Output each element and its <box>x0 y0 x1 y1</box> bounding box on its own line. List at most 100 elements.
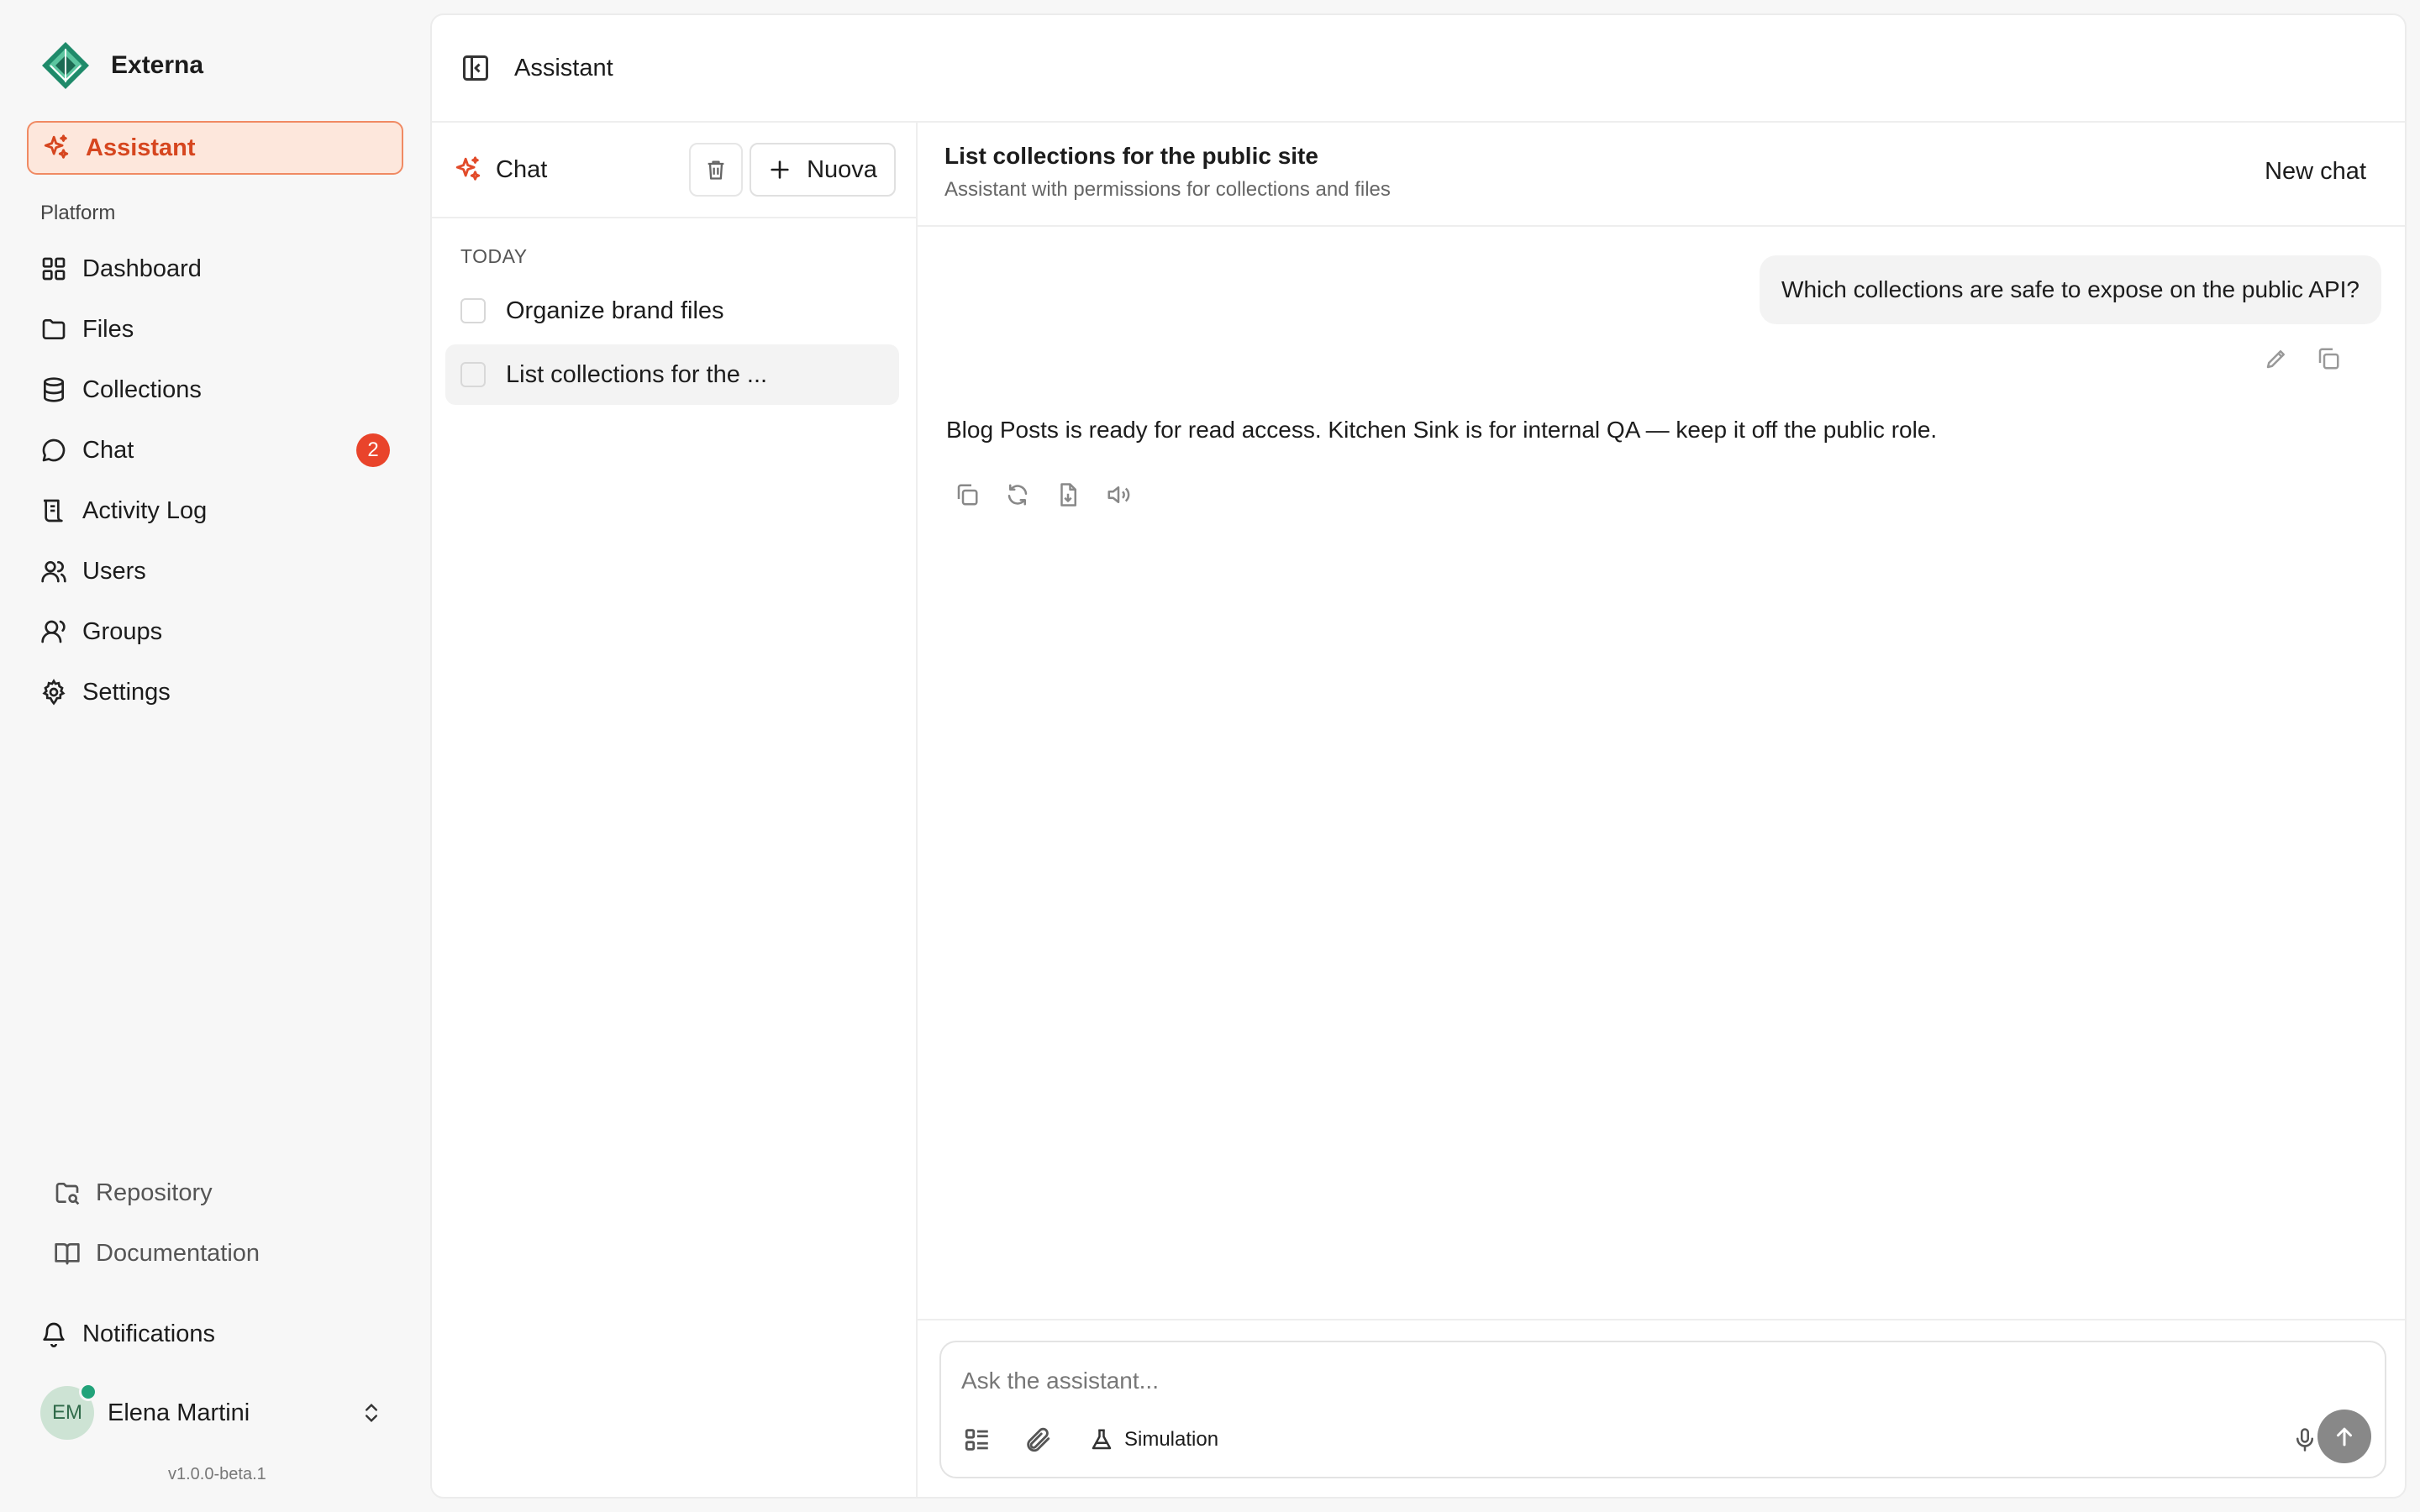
documentation-label: Documentation <box>96 1239 260 1267</box>
brand-name: Externa <box>111 51 204 79</box>
conversation-header: List collections for the public site Ass… <box>918 123 2405 227</box>
externa-logo-icon <box>42 42 89 89</box>
sparkle-icon <box>44 134 69 159</box>
bell-icon <box>43 1322 65 1347</box>
conversation-panel: List collections for the public site Ass… <box>918 123 2405 1497</box>
chevron-up-down-icon <box>366 1404 377 1422</box>
paperclip-icon <box>1027 1427 1050 1452</box>
sidebar-item-groups[interactable]: Groups <box>27 601 403 662</box>
thread-group-label: TODAY <box>460 245 528 267</box>
sidebar-item-label: Files <box>82 315 134 343</box>
brand[interactable]: Externa <box>40 40 203 91</box>
sidebar-item-label: Collections <box>82 375 202 403</box>
sidebar-item-files[interactable]: Files <box>27 299 403 360</box>
templates-button[interactable] <box>963 1420 992 1460</box>
page-title: Assistant <box>514 54 613 81</box>
repository-label: Repository <box>96 1179 213 1206</box>
sidebar-item-settings[interactable]: Settings <box>27 662 403 722</box>
documentation-link[interactable]: Documentation <box>40 1223 403 1284</box>
list-layout-icon <box>965 1429 988 1451</box>
folder-icon <box>42 319 66 339</box>
sidebar-item-users[interactable]: Users <box>27 541 403 601</box>
voice-input-button[interactable] <box>2292 1420 2317 1460</box>
gear-icon <box>42 679 66 706</box>
chat-list-header: Chat Nuova <box>432 123 916 218</box>
dashboard-icon <box>42 257 66 281</box>
delete-chats-button[interactable] <box>689 143 743 197</box>
copy-icon[interactable] <box>955 482 980 507</box>
chat-unread-badge: 2 <box>356 433 390 467</box>
avatar: EM <box>40 1383 97 1440</box>
database-icon <box>44 377 64 402</box>
sidebar-toggle-icon[interactable] <box>460 53 491 83</box>
sidebar: Externa Assistant Platform Dashboard Fil… <box>0 0 430 1512</box>
list-item[interactable]: List collections for the ... <box>445 344 899 405</box>
thread-checkbox[interactable] <box>460 298 486 323</box>
chat-bubble-icon <box>42 438 66 462</box>
book-icon <box>55 1243 80 1265</box>
section-label-platform: Platform <box>40 202 116 224</box>
sidebar-item-collections[interactable]: Collections <box>27 360 403 420</box>
plus-icon <box>771 160 789 179</box>
notifications-label: Notifications <box>82 1320 215 1347</box>
new-chat-button[interactable]: New chat <box>2265 158 2366 186</box>
user-menu[interactable]: EM Elena Martini <box>27 1378 403 1448</box>
chat-thread-list: Chat Nuova TODAY Organize brand files Li… <box>432 123 918 1497</box>
simulation-label: Simulation <box>1124 1428 1219 1451</box>
new-thread-button[interactable]: Nuova <box>750 143 896 197</box>
thread-title: Organize brand files <box>506 297 724 324</box>
conversation-title: List collections for the public site <box>944 143 1318 169</box>
edit-icon[interactable] <box>2264 346 2289 371</box>
notifications-button[interactable]: Notifications <box>27 1304 403 1364</box>
sidebar-item-label: Settings <box>82 678 171 706</box>
trash-icon <box>708 160 724 180</box>
list-item[interactable]: Organize brand files <box>445 281 899 341</box>
sidebar-item-label: Groups <box>82 617 163 645</box>
chat-list-title: Chat <box>496 155 548 183</box>
message-input[interactable] <box>961 1362 2306 1399</box>
sidebar-item-dashboard[interactable]: Dashboard <box>27 239 403 299</box>
assistant-message-actions <box>955 482 1131 507</box>
sidebar-item-label: Users <box>82 557 146 585</box>
log-icon <box>44 499 63 522</box>
arrow-up-icon <box>2337 1427 2352 1446</box>
repository-link[interactable]: Repository <box>40 1163 403 1223</box>
sidebar-item-label: Activity Log <box>82 496 208 524</box>
groups-icon <box>41 620 66 643</box>
sparkle-icon <box>455 156 481 181</box>
read-aloud-icon[interactable] <box>1106 482 1131 507</box>
conversation-subtitle: Assistant with permissions for collectio… <box>944 178 1391 201</box>
sidebar-item-activity-log[interactable]: Activity Log <box>27 480 403 541</box>
repository-icon <box>55 1183 80 1205</box>
regenerate-icon[interactable] <box>1005 482 1030 507</box>
composer: Simulation <box>939 1341 2386 1478</box>
sidebar-item-assistant-label: Assistant <box>86 134 196 161</box>
sidebar-nav: Dashboard Files Collections Chat 2 Activ… <box>27 239 403 722</box>
export-file-icon[interactable] <box>1055 482 1081 507</box>
topbar: Assistant <box>432 15 2405 123</box>
sidebar-item-label: Dashboard <box>82 255 202 282</box>
users-icon <box>41 561 66 583</box>
flask-icon <box>1092 1429 1112 1450</box>
sidebar-item-label: Chat <box>82 436 134 464</box>
sidebar-item-assistant[interactable]: Assistant <box>27 121 403 175</box>
sidebar-item-chat[interactable]: Chat 2 <box>27 420 403 480</box>
copy-icon[interactable] <box>2316 346 2341 371</box>
microphone-icon <box>2296 1428 2313 1452</box>
user-message-actions <box>2264 346 2341 371</box>
app-version: v1.0.0-beta.1 <box>168 1465 266 1483</box>
online-status-dot <box>79 1383 97 1401</box>
main-panel: Assistant Chat Nuova TODAY Organize bran… <box>430 13 2407 1499</box>
sidebar-footer-links: Repository Documentation <box>40 1163 403 1284</box>
send-button[interactable] <box>2317 1410 2371 1463</box>
assistant-message: Blog Posts is ready for read access. Kit… <box>946 417 1938 443</box>
new-thread-label: Nuova <box>807 155 877 183</box>
avatar-initials: EM <box>52 1401 82 1424</box>
user-message: Which collections are safe to expose on … <box>1760 255 2381 324</box>
thread-title: List collections for the ... <box>506 360 768 388</box>
attach-button[interactable] <box>1023 1420 1052 1460</box>
thread-checkbox[interactable] <box>460 362 486 387</box>
user-name: Elena Martini <box>108 1399 250 1426</box>
simulation-toggle[interactable]: Simulation <box>1089 1420 1218 1460</box>
composer-divider <box>918 1319 2405 1320</box>
